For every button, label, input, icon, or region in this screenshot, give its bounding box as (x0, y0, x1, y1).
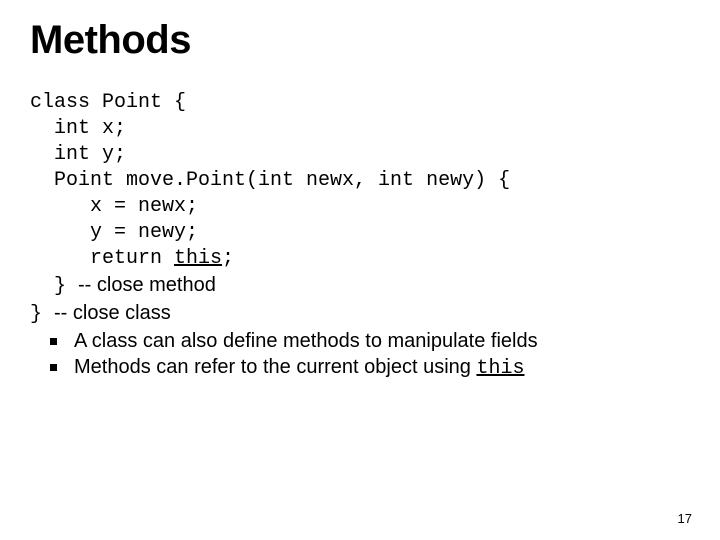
code-block: class Point { int x; int y; Point move.P… (30, 90, 690, 328)
code-line: int y; (30, 143, 126, 166)
bullet-text: Methods can refer to the current object … (74, 356, 476, 378)
bullet-list: A class can also define methods to manip… (30, 328, 690, 382)
slide-body: class Point { int x; int y; Point move.P… (30, 90, 690, 382)
code-line: Point move.Point(int newx, int newy) { (30, 169, 510, 192)
code-line: return (30, 247, 174, 270)
page-number: 17 (678, 511, 692, 526)
code-comment: -- close class (54, 302, 171, 324)
code-comment: -- close method (78, 274, 216, 296)
bullet-item: Methods can refer to the current object … (30, 354, 690, 382)
code-line: x = newx; (30, 195, 198, 218)
bullet-item: A class can also define methods to manip… (30, 328, 690, 354)
slide-title: Methods (30, 18, 690, 62)
code-line: } (30, 275, 78, 298)
code-line: } (30, 303, 54, 326)
keyword-this: this (174, 247, 222, 270)
code-text: ; (222, 247, 234, 270)
keyword-this: this (476, 357, 524, 380)
code-line: int x; (30, 117, 126, 140)
code-line: class Point { (30, 91, 186, 114)
code-line: y = newy; (30, 221, 198, 244)
slide: Methods class Point { int x; int y; Poin… (0, 0, 720, 540)
